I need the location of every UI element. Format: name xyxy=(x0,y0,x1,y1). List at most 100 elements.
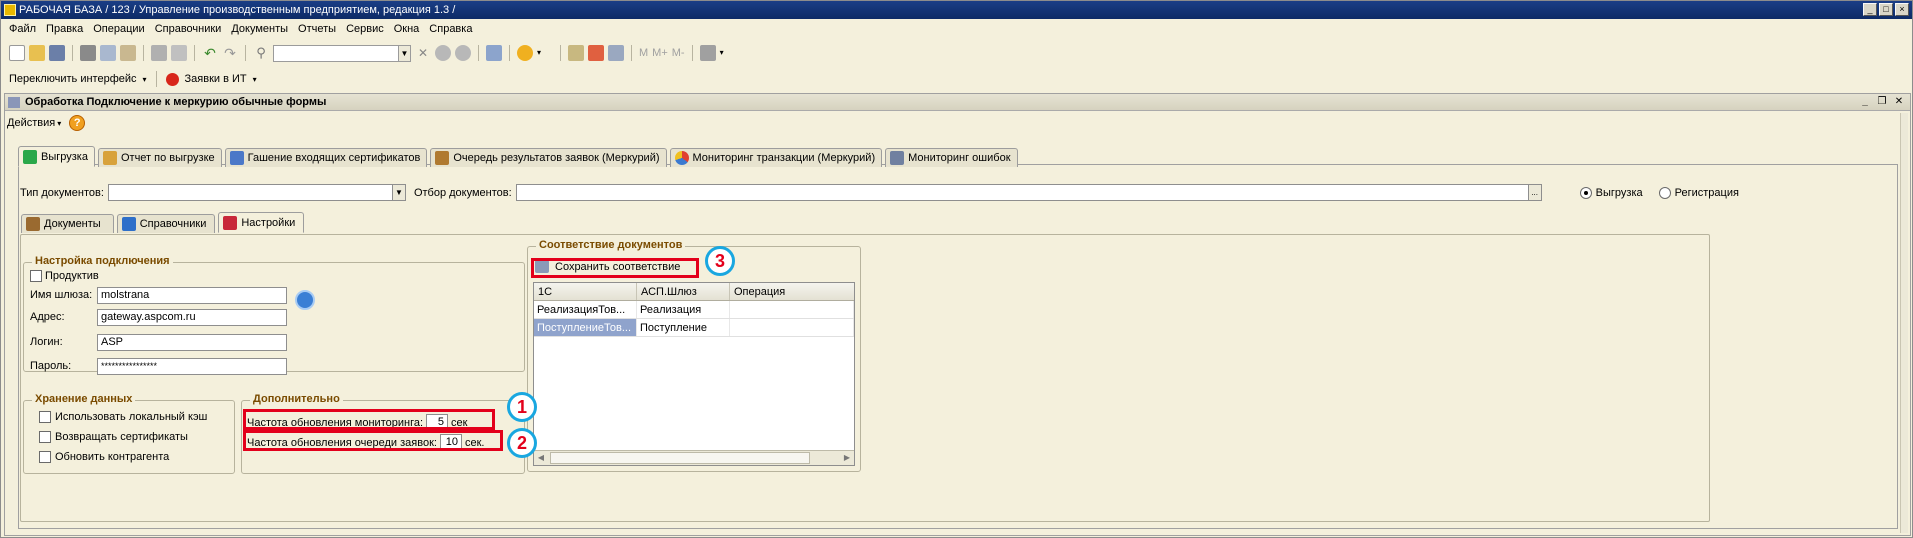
memory-minus-button[interactable]: M- xyxy=(672,47,685,59)
info-icon[interactable] xyxy=(517,45,533,61)
search-input[interactable]: ▼ xyxy=(273,44,411,62)
table-icon[interactable] xyxy=(568,45,584,61)
menu-operations[interactable]: Операции xyxy=(93,23,144,35)
address-field[interactable]: gateway.aspcom.ru xyxy=(97,309,287,326)
radio-register-label: Регистрация xyxy=(1674,186,1739,199)
table-cell[interactable]: Реализация xyxy=(637,301,730,318)
chevron-down-icon[interactable]: ▾ xyxy=(537,45,553,61)
tab-export[interactable]: Выгрузка xyxy=(18,146,95,167)
doc-close-button[interactable]: ✕ xyxy=(1892,95,1906,108)
menu-directories[interactable]: Справочники xyxy=(155,23,222,35)
scroll-left-icon[interactable]: ◀ xyxy=(534,451,548,465)
certificates-icon xyxy=(229,151,244,165)
menu-windows[interactable]: Окна xyxy=(394,23,420,35)
chevron-down-icon[interactable]: ▾ xyxy=(720,45,736,61)
return-certificates-checkbox[interactable] xyxy=(39,431,51,443)
maximize-button[interactable]: □ xyxy=(1879,3,1893,16)
menu-file[interactable]: Файл xyxy=(9,23,36,35)
doc-filter-field[interactable]: ... xyxy=(515,184,1542,201)
menu-service[interactable]: Сервис xyxy=(346,23,384,35)
menu-reports[interactable]: Отчеты xyxy=(298,23,336,35)
tools-icon[interactable] xyxy=(699,45,716,61)
scroll-right-icon[interactable]: ▶ xyxy=(840,451,854,465)
table-cell[interactable]: ПоступлениеТов... xyxy=(534,319,637,336)
vertical-scrollbar[interactable] xyxy=(1900,113,1908,533)
password-field[interactable]: **************** xyxy=(97,358,287,375)
subtab-settings[interactable]: Настройки xyxy=(218,212,305,233)
toolbar-separator xyxy=(478,45,479,61)
toolbar-separator xyxy=(509,45,510,61)
requests-it-button[interactable]: Заявки в ИТ xyxy=(185,73,247,85)
toolbar-separator xyxy=(155,71,157,87)
open-folder-icon[interactable] xyxy=(29,45,45,61)
toolbar-separator xyxy=(245,45,246,61)
column-header[interactable]: Операция xyxy=(730,283,854,300)
scroll-thumb[interactable] xyxy=(550,452,810,464)
chevron-down-icon[interactable]: ▼ xyxy=(398,45,410,61)
print-icon[interactable] xyxy=(151,45,167,61)
gateway-field[interactable]: molstrana xyxy=(97,287,287,304)
copy-icon[interactable] xyxy=(100,45,116,61)
login-label: Логин: xyxy=(30,336,63,348)
connect-gateway-icon[interactable] xyxy=(295,290,315,310)
radio-register[interactable] xyxy=(1658,186,1671,199)
column-header[interactable]: АСП.Шлюз xyxy=(637,283,730,300)
table-row[interactable]: РеализацияТов... Реализация xyxy=(534,301,854,319)
chevron-down-icon[interactable]: ▼ xyxy=(391,185,405,200)
subtab-directories[interactable]: Справочники xyxy=(116,214,216,233)
column-header[interactable]: 1С xyxy=(534,283,637,300)
tab-export-report[interactable]: Отчет по выгрузке xyxy=(97,148,222,167)
tab-requests-queue[interactable]: Очередь результатов заявок (Меркурий) xyxy=(430,148,667,167)
doc-restore-button[interactable]: ❐ xyxy=(1875,95,1889,108)
tab-certificates[interactable]: Гашение входящих сертификатов xyxy=(224,148,428,167)
directory-icon xyxy=(121,217,136,231)
actions-menu[interactable]: Действия xyxy=(7,117,55,129)
memory-button[interactable]: M xyxy=(639,47,648,59)
radio-export[interactable] xyxy=(1579,186,1592,199)
table-cell[interactable]: РеализацияТов... xyxy=(534,301,637,318)
menu-documents[interactable]: Документы xyxy=(231,23,288,35)
doc-minimize-button[interactable]: _ xyxy=(1858,95,1872,108)
doc-type-field[interactable]: ▼ xyxy=(107,184,406,201)
table-cell[interactable] xyxy=(730,301,854,318)
chevron-down-icon[interactable]: ▾ xyxy=(57,119,61,128)
table-cell[interactable] xyxy=(730,319,854,336)
cut-icon[interactable] xyxy=(80,45,96,61)
horizontal-scrollbar[interactable]: ◀ ▶ xyxy=(534,450,854,465)
tab-transaction-monitoring[interactable]: Мониторинг транзакции (Меркурий) xyxy=(669,148,883,167)
print-preview-icon[interactable] xyxy=(171,45,187,61)
chevron-down-icon[interactable]: ▾ xyxy=(143,75,147,84)
memory-plus-button[interactable]: M+ xyxy=(652,47,668,59)
window-titlebar: РАБОЧАЯ БАЗА / 123 / Управление производ… xyxy=(1,1,1912,19)
clear-search-icon[interactable]: ✕ xyxy=(415,45,431,61)
subtab-documents[interactable]: Документы xyxy=(21,214,114,233)
save-icon[interactable] xyxy=(49,45,65,61)
find-prev-icon[interactable] xyxy=(455,45,471,61)
windows-icon[interactable] xyxy=(486,45,502,61)
calculator-icon[interactable] xyxy=(608,45,624,61)
search-icon[interactable]: ⚲ xyxy=(253,45,269,61)
find-next-icon[interactable] xyxy=(435,45,451,61)
select-ellipsis-button[interactable]: ... xyxy=(1527,185,1541,200)
login-value: ASP xyxy=(101,336,124,348)
new-document-icon[interactable] xyxy=(9,45,25,61)
tab-error-monitoring[interactable]: Мониторинг ошибок xyxy=(885,148,1018,167)
redo-icon[interactable]: ↷ xyxy=(222,45,238,61)
chevron-down-icon[interactable]: ▾ xyxy=(253,75,257,84)
undo-icon[interactable]: ↶ xyxy=(202,45,218,61)
switch-interface-button[interactable]: Переключить интерфейс xyxy=(9,73,137,85)
menu-edit[interactable]: Правка xyxy=(46,23,83,35)
paste-icon[interactable] xyxy=(120,45,136,61)
productive-checkbox[interactable] xyxy=(30,270,42,282)
close-button[interactable]: × xyxy=(1895,3,1909,16)
menu-bar: Файл Правка Операции Справочники Докумен… xyxy=(1,19,1912,39)
menu-help[interactable]: Справка xyxy=(429,23,472,35)
minimize-button[interactable]: _ xyxy=(1863,3,1877,16)
help-icon[interactable]: ? xyxy=(69,115,86,131)
table-row[interactable]: ПоступлениеТов... Поступление xyxy=(534,319,854,337)
local-cache-checkbox[interactable] xyxy=(39,411,51,423)
table-cell[interactable]: Поступление xyxy=(637,319,730,336)
update-counterparty-checkbox[interactable] xyxy=(39,451,51,463)
login-field[interactable]: ASP xyxy=(97,334,287,351)
calendar-icon[interactable] xyxy=(588,45,604,61)
